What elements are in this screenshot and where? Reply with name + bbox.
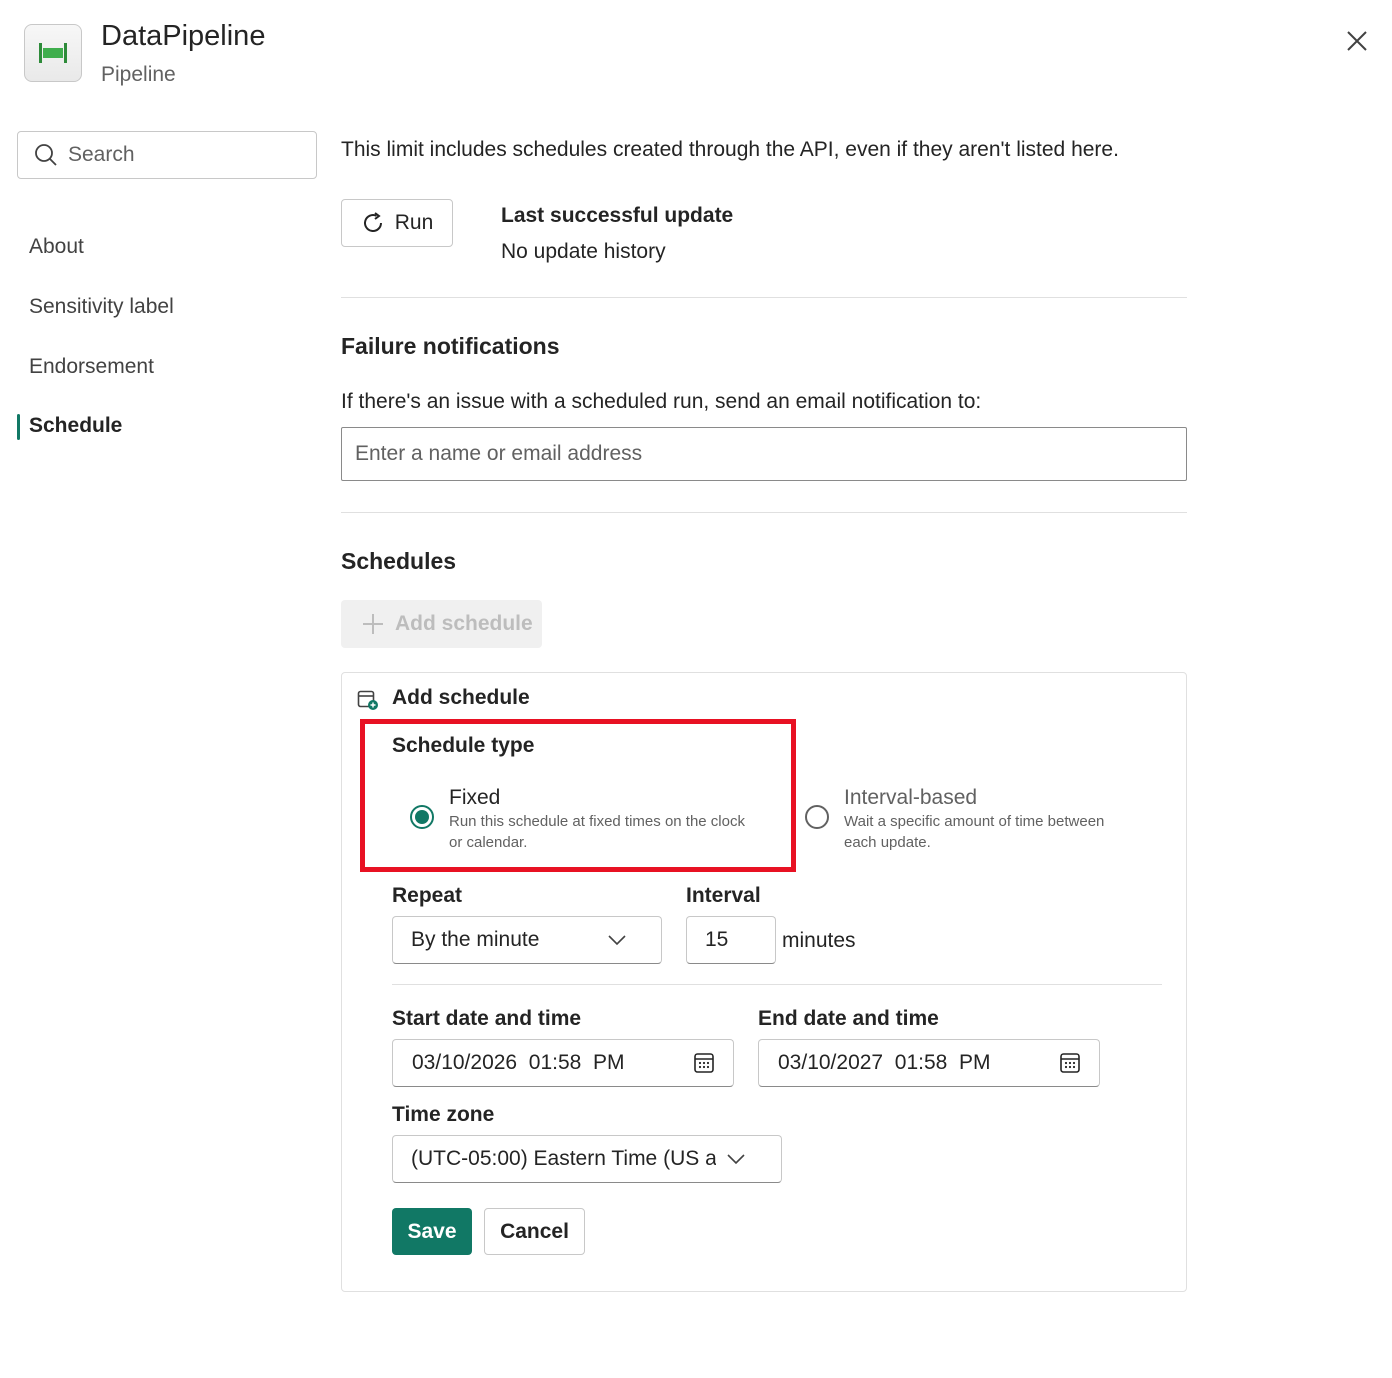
search-box[interactable] xyxy=(17,131,317,179)
end-date-input[interactable]: 03/10/2027 01:58 PM xyxy=(758,1039,1100,1087)
chevron-down-icon xyxy=(727,1154,745,1165)
divider xyxy=(392,984,1162,985)
repeat-label: Repeat xyxy=(392,884,463,907)
save-button[interactable]: Save xyxy=(392,1208,472,1255)
repeat-dropdown[interactable]: By the minute xyxy=(392,916,662,964)
option-fixed-label: Fixed xyxy=(449,786,501,809)
plus-icon xyxy=(363,614,383,634)
interval-unit: minutes xyxy=(782,929,856,952)
search-input[interactable] xyxy=(68,143,288,167)
repeat-value: By the minute xyxy=(411,928,540,951)
run-button[interactable]: Run xyxy=(341,199,453,247)
calendar-icon[interactable] xyxy=(693,1052,715,1074)
end-date-value: 03/10/2027 01:58 PM xyxy=(778,1051,991,1074)
failure-notifications-title: Failure notifications xyxy=(341,333,560,359)
option-interval-label: Interval-based xyxy=(844,786,978,809)
run-button-label: Run xyxy=(394,211,434,234)
last-update-label: Last successful update xyxy=(501,204,734,227)
radio-interval-based[interactable] xyxy=(805,805,829,829)
timezone-value: (UTC-05:00) Eastern Time (US and xyxy=(411,1147,716,1170)
schedule-type-label: Schedule type xyxy=(392,734,535,757)
sidebar-item-endorsement[interactable]: Endorsement xyxy=(17,347,297,387)
add-schedule-button[interactable]: Add schedule xyxy=(341,600,542,648)
radio-fixed[interactable] xyxy=(410,805,434,829)
calendar-add-icon xyxy=(357,690,378,710)
add-schedule-form-title: Add schedule xyxy=(392,686,530,709)
failure-notifications-description: If there's an issue with a scheduled run… xyxy=(341,390,982,413)
app-title: DataPipeline xyxy=(101,20,266,52)
sidebar-item-schedule[interactable]: Schedule xyxy=(17,406,297,446)
start-date-label: Start date and time xyxy=(392,1007,582,1030)
add-schedule-button-label: Add schedule xyxy=(395,612,533,635)
refresh-icon xyxy=(363,212,382,232)
sidebar-item-sensitivity-label[interactable]: Sensitivity label xyxy=(17,287,297,327)
end-date-label: End date and time xyxy=(758,1007,939,1030)
option-interval-description: Wait a specific amount of time between e… xyxy=(844,813,1105,851)
notification-email-input[interactable] xyxy=(341,427,1187,481)
limit-note: This limit includes schedules created th… xyxy=(341,138,1119,161)
start-date-value: 03/10/2026 01:58 PM xyxy=(412,1051,625,1074)
chevron-down-icon xyxy=(608,935,626,946)
interval-value: 15 xyxy=(705,928,729,951)
app-icon xyxy=(24,24,82,82)
interval-input[interactable]: 15 xyxy=(686,916,776,964)
schedules-title: Schedules xyxy=(341,548,457,574)
close-button[interactable] xyxy=(1340,24,1374,58)
divider xyxy=(341,512,1187,513)
timezone-dropdown[interactable]: (UTC-05:00) Eastern Time (US and xyxy=(392,1135,782,1183)
start-date-input[interactable]: 03/10/2026 01:58 PM xyxy=(392,1039,734,1087)
last-update-value: No update history xyxy=(501,240,666,263)
timezone-label: Time zone xyxy=(392,1103,495,1126)
interval-label: Interval xyxy=(686,884,761,907)
cancel-button[interactable]: Cancel xyxy=(484,1208,585,1255)
sidebar-item-about[interactable]: About xyxy=(17,227,297,267)
divider xyxy=(341,297,1187,298)
calendar-icon[interactable] xyxy=(1059,1052,1081,1074)
close-icon xyxy=(1347,31,1367,51)
pipeline-icon xyxy=(39,43,67,63)
option-fixed-description: Run this schedule at fixed times on the … xyxy=(449,813,745,851)
app-subtitle: Pipeline xyxy=(101,63,176,86)
search-icon xyxy=(35,144,57,166)
